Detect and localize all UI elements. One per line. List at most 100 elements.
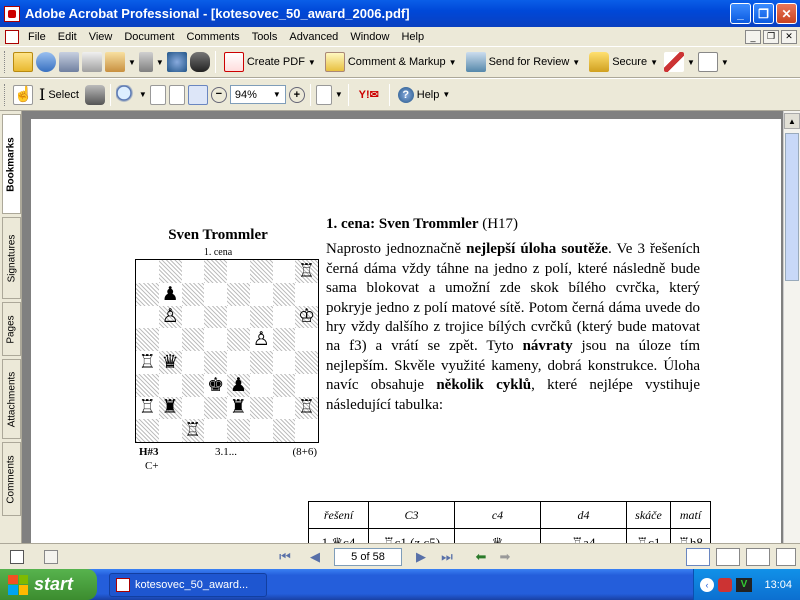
tab-bookmarks[interactable]: Bookmarks: [2, 114, 21, 214]
chess-board: ♖ ♟ ♙ ♔ ♙ ♖ ♛ ♚ ♟ ♖ ♜ ♜ ♖ ♖: [135, 259, 319, 443]
doc-minimize-button[interactable]: _: [745, 29, 761, 44]
attach-dropdown-icon[interactable]: ▼: [156, 58, 164, 67]
tab-comments[interactable]: Comments: [2, 442, 21, 516]
menu-view[interactable]: View: [83, 31, 119, 43]
board-square: [249, 305, 273, 329]
task-label: kotesovec_50_award...: [135, 578, 249, 591]
board-square: ♜: [229, 396, 247, 419]
restore-button[interactable]: ❐: [753, 3, 774, 24]
sign-pen-icon[interactable]: [664, 52, 684, 72]
actual-size-icon[interactable]: [149, 84, 166, 105]
select-tool-button[interactable]: I Select: [36, 83, 82, 107]
menu-help[interactable]: Help: [395, 31, 430, 43]
zoom-out-icon[interactable]: −: [210, 86, 227, 103]
menu-tools[interactable]: Tools: [246, 31, 284, 43]
next-page-icon[interactable]: ▶: [412, 548, 430, 566]
board-square: [181, 282, 205, 306]
zoom-in-icon[interactable]: +: [288, 86, 305, 103]
rotate-page-icon[interactable]: [315, 84, 332, 105]
table-header: řešení: [308, 501, 369, 529]
tab-signatures[interactable]: Signatures: [2, 217, 21, 299]
document-view[interactable]: Sven Trommler 1. cena ♖ ♟ ♙ ♔ ♙ ♖ ♛ ♚ ♟ ♖ ♜ ♜ ♖ ♖ H#3…: [22, 111, 783, 543]
table-row: 1.♛c4 ♖c1 (z c5) ♛ ♖a4 ♖c1 ♖h8: [308, 528, 711, 543]
yahoo-toolbar-icon[interactable]: Y!✉: [354, 85, 384, 105]
continuous-facing-icon[interactable]: [776, 547, 796, 566]
board-square: [181, 328, 205, 351]
open-icon[interactable]: [13, 52, 33, 72]
vertical-scrollbar[interactable]: ▲: [783, 111, 800, 543]
hide-nav-pane-icon[interactable]: [10, 549, 24, 564]
first-page-icon[interactable]: ⏮: [276, 548, 294, 566]
system-tray: ‹ V 13:04: [693, 569, 800, 600]
antivirus-tray-icon[interactable]: V: [736, 577, 752, 592]
zoom-tool-dropdown-icon[interactable]: ▼: [139, 90, 147, 99]
create-pdf-button[interactable]: Create PDF ▼: [221, 50, 319, 74]
forms-icon[interactable]: [697, 52, 718, 72]
start-button[interactable]: start: [0, 569, 97, 600]
lock-icon: [589, 52, 610, 72]
previous-view-icon[interactable]: ⬅: [472, 548, 490, 566]
organizer-icon[interactable]: [36, 52, 56, 72]
close-button[interactable]: ✕: [776, 3, 797, 24]
taskbar-item-acrobat[interactable]: kotesovec_50_award...: [109, 572, 267, 597]
menu-comments[interactable]: Comments: [181, 31, 246, 43]
zoom-in-tool-icon[interactable]: [115, 84, 136, 105]
problem-author: Sven Trommler: [168, 227, 268, 243]
comment-markup-button[interactable]: Comment & Markup ▼: [322, 50, 460, 74]
secure-button[interactable]: Secure ▼: [586, 50, 661, 74]
table-cell: ♖h8: [670, 528, 711, 543]
scroll-up-icon[interactable]: ▲: [784, 113, 800, 129]
menu-document[interactable]: Document: [118, 31, 180, 43]
board-square: [273, 260, 296, 283]
single-page-icon[interactable]: [686, 547, 710, 566]
page-number-input[interactable]: 5 of 58: [334, 547, 402, 566]
zoom-level-input[interactable]: 94% ▼: [229, 85, 286, 104]
window-title: Adobe Acrobat Professional - [kotesovec_…: [25, 6, 410, 21]
next-view-icon[interactable]: ➡: [496, 548, 514, 566]
board-square: ♖: [295, 260, 318, 283]
board-square: [227, 351, 250, 374]
sign-dropdown-icon[interactable]: ▼: [687, 58, 695, 67]
options-icon[interactable]: [44, 549, 58, 564]
board-square: [295, 283, 318, 306]
board-square: ♜: [158, 396, 182, 420]
doc-restore-button[interactable]: ❐: [763, 29, 779, 44]
attach-icon[interactable]: [138, 52, 153, 72]
print-icon[interactable]: [82, 52, 102, 72]
table-cell: ♖a4: [540, 528, 627, 543]
security-tray-icon[interactable]: [718, 577, 732, 592]
menu-edit[interactable]: Edit: [52, 31, 83, 43]
search-binoculars-icon[interactable]: [189, 52, 210, 72]
help-label: Help: [416, 88, 440, 101]
document-icon[interactable]: [5, 29, 19, 44]
save-icon[interactable]: [59, 52, 79, 72]
tab-pages[interactable]: Pages: [2, 302, 21, 356]
menu-window[interactable]: Window: [344, 31, 395, 43]
send-review-button[interactable]: Send for Review ▼: [463, 50, 584, 74]
web-icon[interactable]: [166, 52, 187, 72]
rotate-dropdown-icon[interactable]: ▼: [335, 90, 343, 99]
previous-page-icon[interactable]: ◀: [306, 548, 324, 566]
fit-width-icon[interactable]: [187, 84, 208, 105]
facing-icon[interactable]: [746, 547, 770, 566]
start-label: start: [34, 574, 74, 594]
menu-advanced[interactable]: Advanced: [283, 31, 344, 43]
tab-attachments[interactable]: Attachments: [2, 359, 21, 439]
email-dropdown-icon[interactable]: ▼: [128, 58, 136, 67]
board-square: [136, 373, 159, 397]
continuous-icon[interactable]: [716, 547, 740, 566]
hand-tool-icon[interactable]: ☝: [13, 84, 33, 105]
snapshot-icon[interactable]: [84, 84, 105, 105]
minimize-button[interactable]: _: [730, 3, 751, 24]
tab-comments-label: Comments: [6, 454, 18, 504]
last-page-icon[interactable]: ⏭: [438, 548, 456, 566]
menu-file[interactable]: File: [22, 31, 52, 43]
help-button[interactable]: ? Help ▼: [395, 83, 454, 107]
scroll-thumb[interactable]: [785, 133, 799, 281]
fit-page-icon[interactable]: [168, 84, 185, 105]
forms-dropdown-icon[interactable]: ▼: [721, 58, 729, 67]
windows-taskbar: start kotesovec_50_award... ‹ V 13:04: [0, 569, 800, 600]
email-icon[interactable]: [105, 52, 125, 72]
doc-close-button[interactable]: ✕: [781, 29, 797, 44]
tray-collapse-icon[interactable]: ‹: [700, 577, 714, 592]
